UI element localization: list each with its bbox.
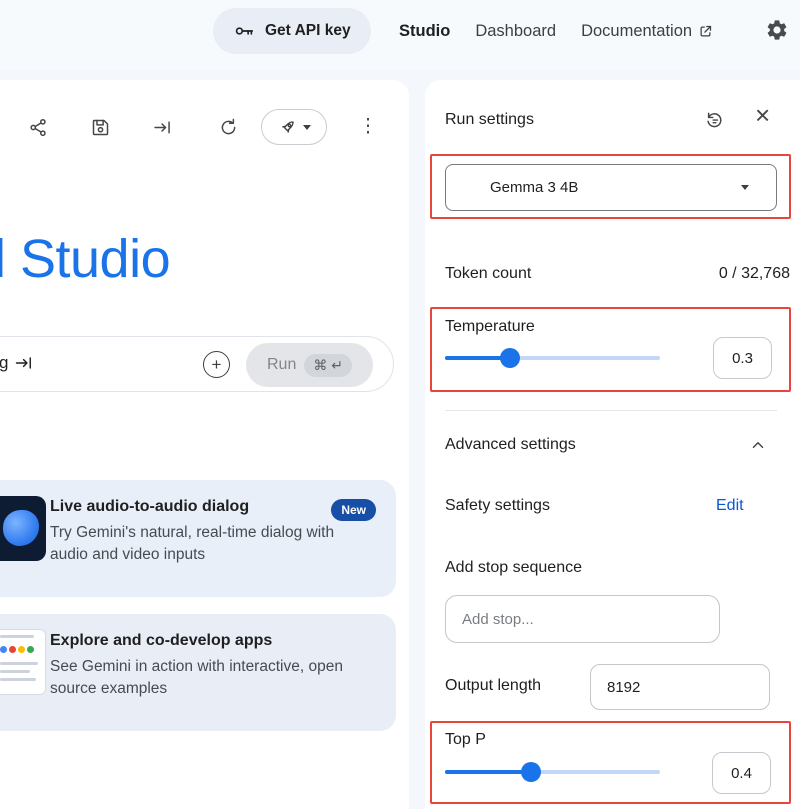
top-p-label: Top P [445,731,486,749]
token-count-label: Token count [445,265,531,283]
output-length-input[interactable] [590,664,770,710]
add-media-button[interactable]: + [203,351,230,378]
model-selector[interactable]: Gemma 3 4B [445,164,777,211]
model-runner-dropdown[interactable] [261,109,327,145]
chevron-up-icon[interactable] [749,436,767,454]
prompt-placeholder-fragment: g [0,353,34,373]
editor-panel: ⋮ l Studio g + Run ⌘ ↵ Live audio-to-aud… [0,80,409,809]
top-header: Get API key Studio Dashboard Documentati… [0,0,800,70]
get-api-key-button[interactable]: Get API key [213,8,371,54]
close-icon: × [755,100,770,130]
promo-card-description: Try Gemini's natural, real-time dialog w… [50,522,352,566]
close-panel-button[interactable]: × [755,102,770,128]
slider-fill [445,770,531,774]
prompt-text: g [0,353,8,373]
audio-dialog-icon [0,496,46,561]
run-settings-title: Run settings [445,111,534,129]
run-button[interactable]: Run ⌘ ↵ [246,343,373,387]
promo-card-live-audio[interactable]: Live audio-to-audio dialog New Try Gemin… [0,480,396,597]
prompt-input[interactable]: g + Run ⌘ ↵ [0,336,394,392]
reset-icon [704,110,725,131]
page-title: l Studio [0,228,170,290]
chevron-down-icon [303,125,311,130]
promo-card-description: See Gemini in action with interactive, o… [50,656,352,700]
temperature-value[interactable]: 0.3 [713,337,772,379]
slider-thumb[interactable] [500,348,520,368]
get-api-key-label: Get API key [265,22,351,40]
top-nav: Studio Dashboard Documentation [399,0,713,62]
refresh-icon[interactable] [216,115,240,139]
token-count-row: Token count 0 / 32,768 [445,265,790,283]
chevron-down-icon [741,185,749,190]
top-p-value[interactable]: 0.4 [712,752,771,794]
promo-card-title: Live audio-to-audio dialog [50,498,249,516]
safety-settings-label: Safety settings [445,497,550,515]
advanced-settings-label[interactable]: Advanced settings [445,436,576,454]
top-p-slider[interactable] [445,762,660,782]
stop-sequence-input[interactable] [445,595,720,643]
output-length-label: Output length [445,677,541,695]
tab-arrow-icon [14,353,34,373]
stop-sequence-label: Add stop sequence [445,559,582,577]
arrow-to-bar-icon[interactable] [150,115,174,139]
share-icon[interactable] [26,115,50,139]
external-link-icon [698,24,713,39]
run-settings-panel: Run settings × Gemma 3 4B Token count 0 … [425,80,800,809]
model-selector-value: Gemma 3 4B [490,179,578,196]
token-count-value: 0 / 32,768 [719,265,790,283]
gear-icon [765,18,789,42]
safety-edit-link[interactable]: Edit [716,497,744,515]
settings-button[interactable] [765,18,789,42]
key-icon [233,20,255,42]
promo-card-codevelop[interactable]: Explore and co-develop apps See Gemini i… [0,614,396,731]
nav-documentation[interactable]: Documentation [581,22,713,41]
rocket-icon [278,117,298,137]
nav-documentation-label: Documentation [581,22,692,41]
run-shortcut-hint: ⌘ ↵ [304,354,352,377]
more-vert-icon[interactable]: ⋮ [356,115,380,139]
divider [445,410,777,411]
new-badge: New [331,499,376,521]
temperature-slider[interactable] [445,348,660,368]
temperature-label: Temperature [445,318,535,336]
save-icon[interactable] [88,115,112,139]
reset-settings-button[interactable] [704,110,725,131]
apps-thumbnail-icon [0,629,46,695]
slider-thumb[interactable] [521,762,541,782]
promo-card-title: Explore and co-develop apps [50,632,272,650]
more-vert-glyph: ⋮ [359,115,378,139]
run-button-label: Run [267,356,296,374]
nav-dashboard[interactable]: Dashboard [475,22,556,41]
nav-studio[interactable]: Studio [399,22,450,41]
